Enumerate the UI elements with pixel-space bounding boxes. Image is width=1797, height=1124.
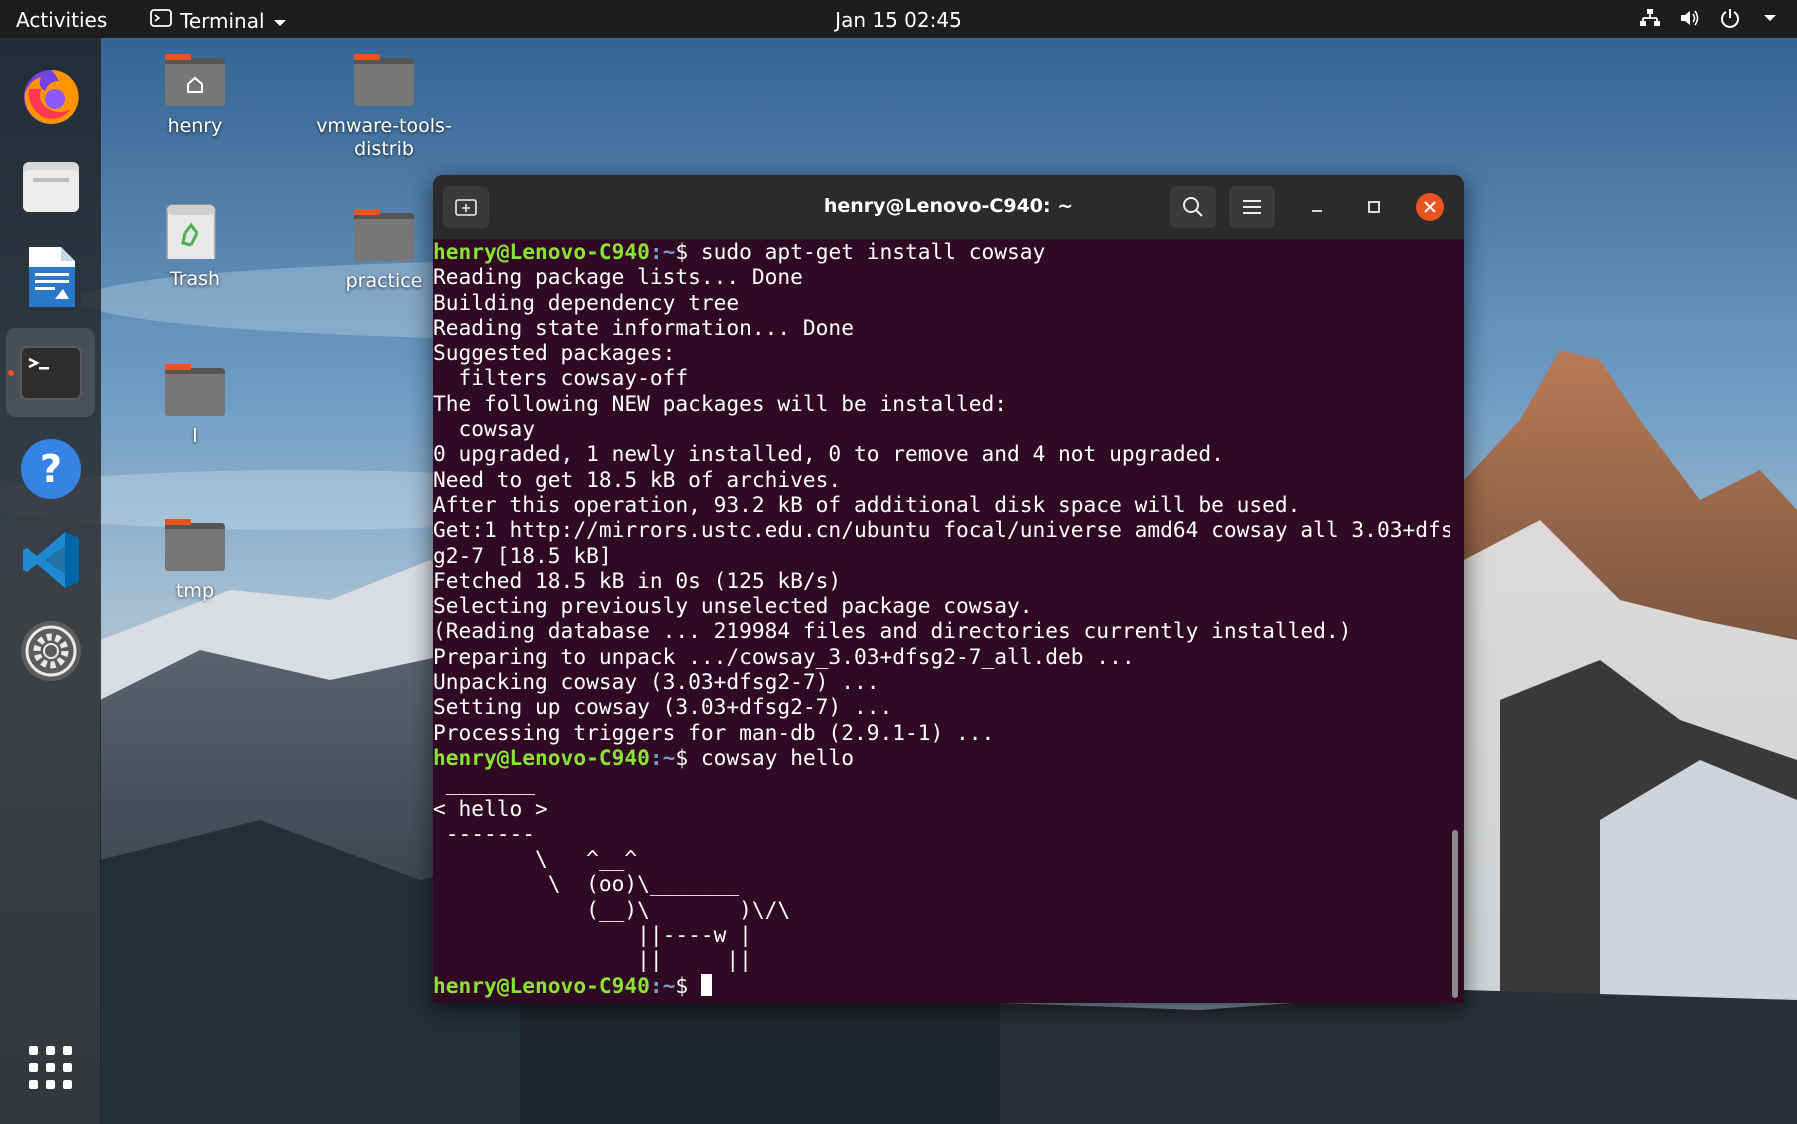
terminal-output-line: Building dependency tree xyxy=(433,289,740,315)
desktop-icon-label: tmp xyxy=(175,580,215,602)
writer-icon xyxy=(28,246,75,307)
help-icon: ? xyxy=(20,438,81,499)
terminal-window[interactable]: henry@Lenovo-C940: ~ henry@Lenovo-C940:~… xyxy=(433,175,1464,1003)
app-grid-icon xyxy=(28,1045,72,1089)
svg-text:?: ? xyxy=(39,447,61,491)
folder-icon xyxy=(354,54,414,106)
home-folder-icon xyxy=(165,54,225,106)
terminal-headerbar[interactable]: henry@Lenovo-C940: ~ xyxy=(433,175,1464,240)
maximize-button[interactable] xyxy=(1360,193,1388,221)
volume-icon[interactable] xyxy=(1679,7,1701,29)
terminal-output-line: The following NEW packages will be insta… xyxy=(433,390,1008,416)
running-indicator xyxy=(8,370,14,376)
menu-button[interactable] xyxy=(1229,186,1275,228)
terminal-icon xyxy=(19,345,82,400)
dock-libreoffice-writer[interactable] xyxy=(6,232,95,321)
dock-terminal[interactable] xyxy=(6,328,95,417)
terminal-output-line: Fetched 18.5 kB in 0s (125 kB/s) xyxy=(433,567,842,593)
terminal-output[interactable]: henry@Lenovo-C940:~$ sudo apt-get instal… xyxy=(433,239,1450,1003)
trash-icon xyxy=(166,204,216,266)
terminal-output-line: _______ xyxy=(433,770,536,796)
folder-icon xyxy=(165,519,225,571)
vscode-icon xyxy=(22,531,79,588)
terminal-output-line: \ (oo)\_______ xyxy=(433,871,740,897)
prompt-symbol: $ xyxy=(675,239,689,264)
terminal-output-line: Setting up cowsay (3.03+dfsg2-7) ... xyxy=(433,694,893,720)
prompt-path: :~ xyxy=(649,972,676,998)
minimize-button[interactable] xyxy=(1303,193,1331,221)
hamburger-icon xyxy=(1243,200,1261,214)
terminal-output-line: ------- xyxy=(433,820,536,846)
terminal-output-line: Need to get 18.5 kB of archives. xyxy=(433,466,842,492)
dock-vscode[interactable] xyxy=(6,515,95,604)
command-text xyxy=(688,973,701,998)
chevron-down-icon[interactable] xyxy=(1759,7,1781,29)
terminal-output-line: (Reading database ... 219984 files and d… xyxy=(433,618,1352,644)
show-applications-button[interactable] xyxy=(6,1023,95,1112)
desktop-icon-trash[interactable]: Trash xyxy=(125,203,265,291)
search-button[interactable] xyxy=(1170,186,1216,228)
terminal-prompt-line: henry@Lenovo-C940:~$ sudo apt-get instal… xyxy=(433,239,1450,264)
desktop-icon-label: l xyxy=(192,425,198,447)
scrollbar[interactable] xyxy=(1452,830,1458,998)
firefox-icon xyxy=(23,69,79,124)
prompt-symbol: $ xyxy=(675,972,689,998)
prompt-user: henry@Lenovo-C940 xyxy=(433,972,650,998)
terminal-output-line: ||----w | xyxy=(433,922,752,948)
terminal-output-line: \ ^__^ xyxy=(433,846,638,872)
desktop-icon-l[interactable]: l xyxy=(125,360,265,448)
close-icon xyxy=(1424,201,1436,213)
prompt-path: :~ xyxy=(649,744,676,770)
close-button[interactable] xyxy=(1416,193,1444,221)
terminal-output-line: Preparing to unpack .../cowsay_3.03+dfsg… xyxy=(433,643,1135,669)
terminal-prompt-line: henry@Lenovo-C940:~$ cowsay hello xyxy=(433,745,1450,770)
dock-help[interactable]: ? xyxy=(6,424,95,513)
desktop-icon-vmware-tools-distrib[interactable]: vmware-tools- distrib xyxy=(314,50,454,161)
power-icon[interactable] xyxy=(1719,7,1741,29)
terminal-output-line: Suggested packages: xyxy=(433,340,676,366)
terminal-output-line: Unpacking cowsay (3.03+dfsg2-7) ... xyxy=(433,669,880,695)
network-icon[interactable] xyxy=(1639,7,1661,29)
system-tray[interactable] xyxy=(1639,7,1781,29)
terminal-output-line: Selecting previously unselected package … xyxy=(433,593,1033,619)
top-bar: Activities Terminal Jan 15 02:45 xyxy=(0,0,1797,38)
terminal-output-line: 0 upgraded, 1 newly installed, 0 to remo… xyxy=(433,441,1224,467)
terminal-output-line: Reading package lists... Done xyxy=(433,264,803,290)
terminal-output-line: < hello > xyxy=(433,795,548,821)
terminal-output-line: Processing triggers for man-db (2.9.1-1)… xyxy=(433,719,995,745)
desktop-icon-label: Trash xyxy=(169,268,221,290)
terminal-output-line: || || xyxy=(433,947,752,973)
terminal-prompt-line: henry@Lenovo-C940:~$ xyxy=(433,973,1450,998)
dock-files[interactable] xyxy=(6,141,95,230)
gear-icon xyxy=(20,620,81,681)
desktop-icon-home[interactable]: henry xyxy=(125,50,265,138)
dock: ? xyxy=(0,38,101,1124)
terminal-output-line: Get:1 http://mirrors.ustc.edu.cn/ubuntu … xyxy=(433,517,1450,543)
dock-firefox[interactable] xyxy=(6,50,95,139)
terminal-output-line: After this operation, 93.2 kB of additio… xyxy=(433,491,1301,517)
folder-icon xyxy=(165,364,225,416)
prompt-user: henry@Lenovo-C940 xyxy=(433,744,650,770)
desktop-icon-label: vmware-tools- distrib xyxy=(316,115,452,160)
command-text: sudo apt-get install cowsay xyxy=(688,239,1046,264)
text-cursor xyxy=(700,973,712,996)
terminal-output-line: (__)\ )\/\ xyxy=(433,896,791,922)
desktop-icon-label: henry xyxy=(167,115,223,137)
minimize-icon xyxy=(1312,210,1322,212)
terminal-output-line: Reading state information... Done xyxy=(433,314,854,340)
files-icon xyxy=(22,161,79,212)
desktop-icon-tmp[interactable]: tmp xyxy=(125,515,265,603)
folder-icon xyxy=(354,209,414,261)
maximize-icon xyxy=(1368,201,1380,213)
prompt-path: :~ xyxy=(649,239,676,264)
search-icon xyxy=(1183,197,1203,217)
terminal-output-line: g2-7 [18.5 kB] xyxy=(433,542,612,568)
dock-settings[interactable] xyxy=(6,606,95,695)
command-text: cowsay hello xyxy=(688,744,854,770)
prompt-symbol: $ xyxy=(675,744,689,770)
terminal-output-line: cowsay xyxy=(433,416,536,442)
clock[interactable]: Jan 15 02:45 xyxy=(0,8,1797,32)
prompt-user: henry@Lenovo-C940 xyxy=(433,239,650,264)
terminal-output-line: filters cowsay-off xyxy=(433,365,689,391)
